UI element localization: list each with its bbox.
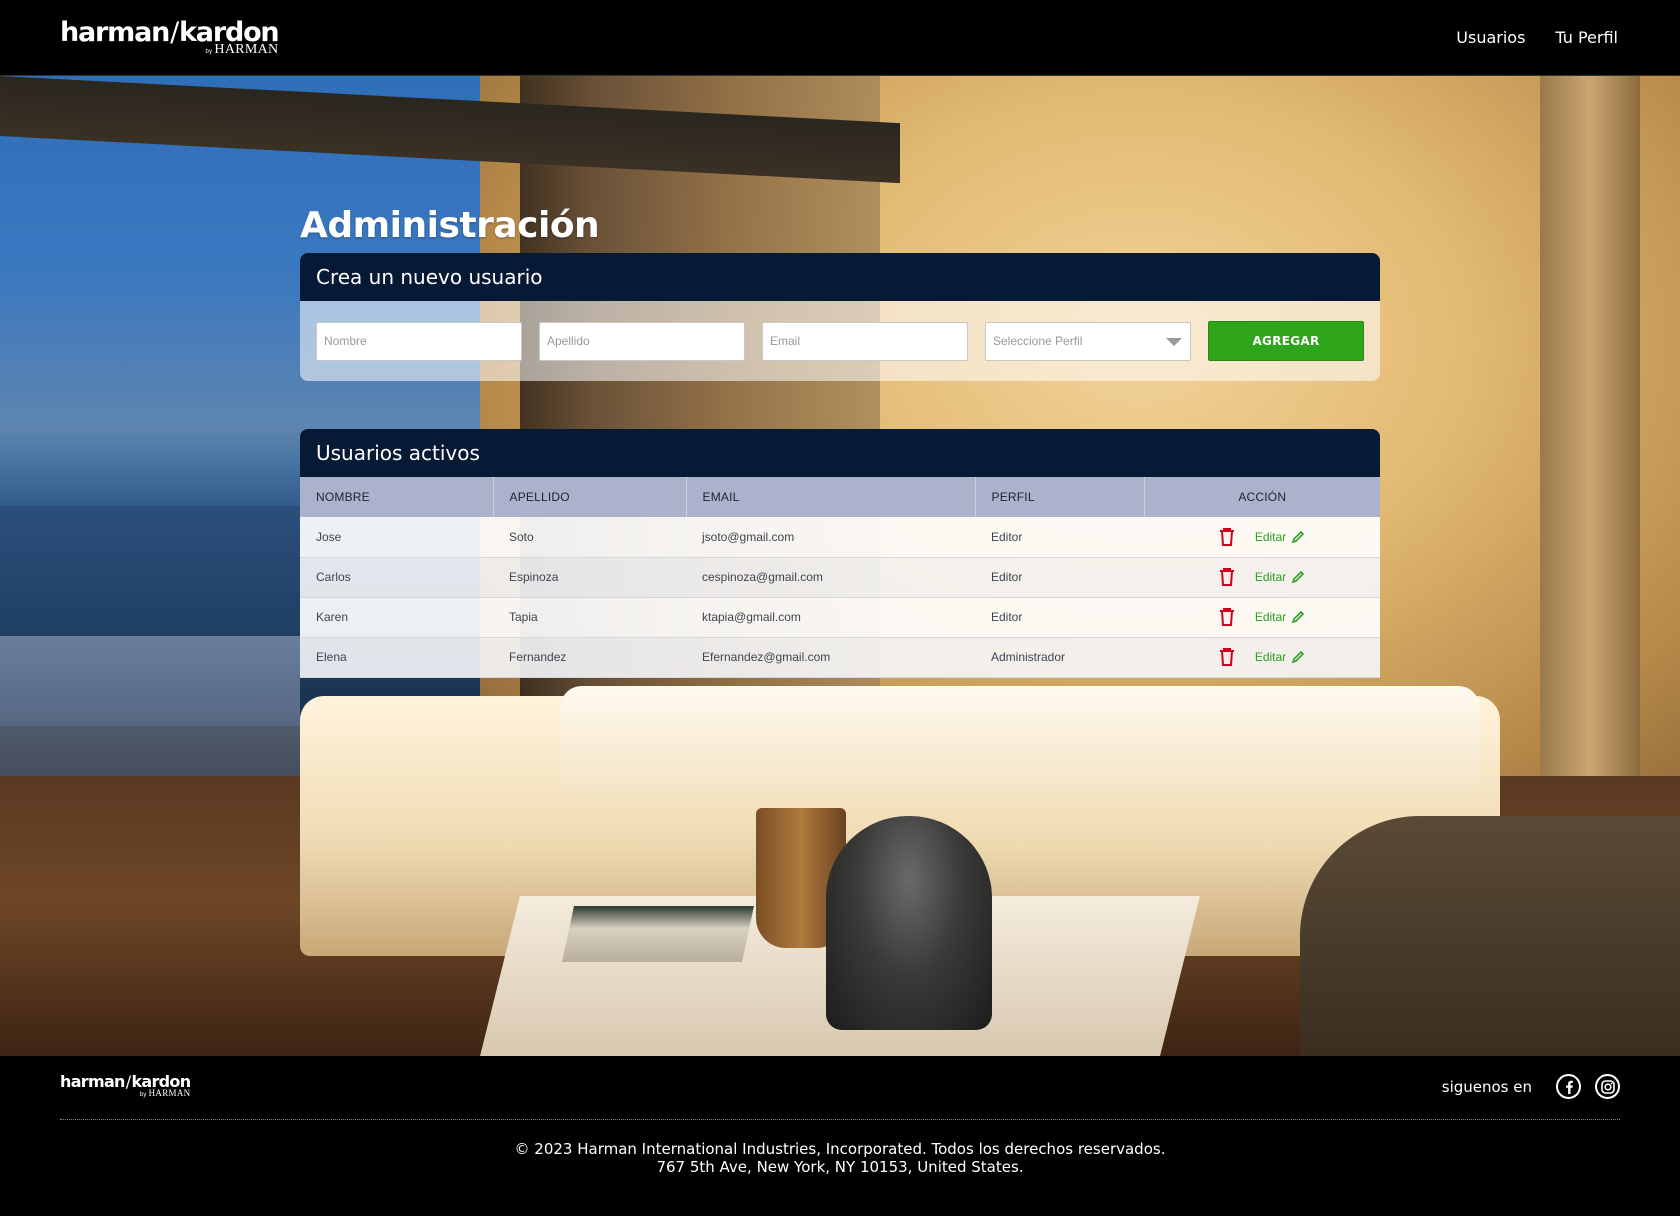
col-header-email: EMAIL (686, 477, 976, 517)
last-name-input[interactable] (539, 321, 745, 361)
email-input[interactable] (762, 321, 968, 361)
main-nav: Usuarios Tu Perfil (1456, 28, 1618, 47)
edit-label: Editar (1254, 610, 1287, 624)
add-user-button[interactable]: AGREGAR (1208, 321, 1364, 361)
active-users-card: Usuarios activos NOMBRE APELLIDO EMAIL P… (300, 429, 1380, 678)
col-header-accion: ACCIÓN (1144, 477, 1380, 517)
col-header-perfil: PERFIL (975, 477, 1145, 517)
cell-profile: Editor (975, 597, 1144, 638)
cell-last-name: Tapia (493, 597, 686, 638)
edit-label: Editar (1254, 570, 1287, 584)
chevron-down-icon (1166, 337, 1182, 346)
edit-label: Editar (1254, 529, 1287, 544)
cell-first-name: Karen (300, 597, 493, 638)
active-users-heading: Usuarios activos (300, 429, 1380, 477)
col-header-apellido: APELLIDO (493, 477, 687, 517)
cell-email: cespinoza@gmail.com (686, 557, 975, 598)
create-user-heading: Crea un nuevo usuario (300, 253, 1380, 301)
edit-button[interactable]: Editar (1255, 570, 1305, 584)
footer-logo[interactable]: harman/kardon by HARMAN (60, 1074, 191, 1099)
bg-speaker (826, 816, 992, 1030)
footer-logo-sub-brand: by HARMAN (139, 1088, 191, 1099)
create-user-card: Crea un nuevo usuario Seleccione Perfil … (300, 253, 1380, 381)
trash-icon[interactable] (1219, 648, 1235, 666)
trash-icon[interactable] (1219, 608, 1235, 626)
profile-select[interactable]: Seleccione Perfil (985, 321, 1191, 361)
top-navbar: harman/kardon by HARMAN Usuarios Tu Perfi… (0, 0, 1680, 76)
brand-logo[interactable]: harman/kardon by HARMAN (60, 19, 280, 57)
cell-last-name: Fernandez (493, 637, 686, 678)
copyright-line: © 2023 Harman International Industries, … (514, 1140, 1166, 1158)
table-row: Carlos Espinoza cespinoza@gmail.com Edit… (300, 557, 1380, 598)
bg-books (562, 906, 754, 962)
cell-email: jsoto@gmail.com (686, 517, 975, 558)
follow-label: siguenos en (1441, 1077, 1532, 1096)
cell-profile: Editor (975, 557, 1144, 598)
nav-item-usuarios[interactable]: Usuarios (1456, 28, 1525, 47)
first-name-input[interactable] (316, 321, 522, 361)
pencil-icon (1291, 530, 1305, 544)
bg-armchair (1300, 816, 1680, 1056)
cell-actions: Editar (1144, 557, 1380, 598)
page-title: Administración (300, 205, 600, 246)
cell-email: Efernandez@gmail.com (686, 637, 975, 678)
social-follow: siguenos en (1442, 1074, 1620, 1099)
pencil-icon (1291, 650, 1305, 664)
bg-balcony (0, 636, 300, 796)
cell-profile: Administrador (975, 637, 1144, 678)
cell-actions: Editar (1144, 517, 1380, 558)
trash-icon[interactable] (1219, 568, 1235, 586)
cell-last-name: Soto (493, 517, 686, 558)
footer: harman/kardon by HARMAN siguenos en © 202… (0, 1056, 1680, 1216)
cell-first-name: Carlos (300, 557, 493, 598)
users-table: NOMBRE APELLIDO EMAIL PERFIL ACCIÓN Jose… (300, 477, 1380, 678)
address-line: 767 5th Ave, New York, NY 10153, United … (656, 1158, 1024, 1176)
pencil-icon (1291, 610, 1305, 624)
trash-icon[interactable] (1219, 527, 1235, 546)
logo-sub-brand: by HARMAN (205, 41, 279, 57)
bg-sofa-back (560, 686, 1480, 796)
col-header-nombre: NOMBRE (300, 477, 494, 517)
table-row: Elena Fernandez Efernandez@gmail.com Adm… (300, 637, 1380, 678)
cell-email: ktapia@gmail.com (686, 597, 975, 638)
table-header-row: NOMBRE APELLIDO EMAIL PERFIL ACCIÓN (300, 477, 1380, 517)
create-user-form: Seleccione Perfil AGREGAR (300, 301, 1380, 381)
pencil-icon (1291, 570, 1305, 584)
table-row: Karen Tapia ktapia@gmail.com Editor Edit… (300, 597, 1380, 638)
cell-first-name: Jose (300, 517, 493, 558)
cell-first-name: Elena (300, 637, 493, 678)
edit-label: Editar (1254, 650, 1287, 664)
instagram-icon[interactable] (1595, 1074, 1620, 1099)
cell-last-name: Espinoza (493, 557, 686, 598)
cell-profile: Editor (975, 517, 1144, 558)
cell-actions: Editar (1144, 597, 1380, 638)
bg-pillar (1540, 76, 1640, 836)
cell-actions: Editar (1144, 637, 1380, 678)
edit-button[interactable]: Editar (1255, 610, 1305, 624)
edit-button[interactable]: Editar (1255, 530, 1305, 544)
table-row: Jose Soto jsoto@gmail.com Editor Editar (300, 517, 1380, 558)
copyright: © 2023 Harman International Industries, … (0, 1140, 1680, 1176)
nav-item-tu-perfil[interactable]: Tu Perfil (1555, 28, 1618, 47)
profile-select-value: Seleccione Perfil (985, 321, 1191, 361)
facebook-icon[interactable] (1556, 1074, 1581, 1099)
edit-button[interactable]: Editar (1255, 650, 1305, 664)
footer-divider (60, 1119, 1620, 1120)
